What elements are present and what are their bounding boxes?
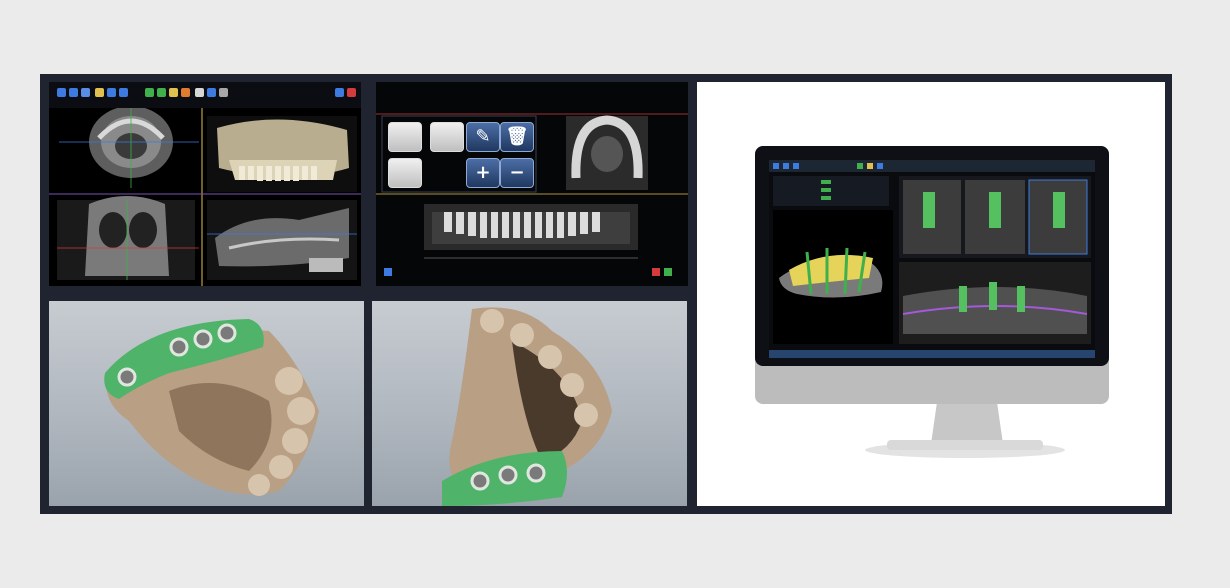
toolbar-icon[interactable] bbox=[207, 88, 216, 97]
toolbar-icon[interactable] bbox=[195, 88, 204, 97]
delete-button[interactable]: 🗑 bbox=[500, 122, 534, 152]
monitor-product-shot bbox=[697, 82, 1165, 506]
ct-toolbar bbox=[49, 82, 361, 109]
help-icon[interactable] bbox=[335, 88, 344, 97]
toolbar-icon[interactable] bbox=[57, 88, 66, 97]
plus-icon: + bbox=[475, 162, 491, 183]
panoramic-planning-panel: ✎ 🗑 + − bbox=[376, 82, 688, 286]
toolbar-icon[interactable] bbox=[169, 88, 178, 97]
model-render bbox=[104, 319, 319, 496]
toolbar-icon[interactable] bbox=[119, 88, 128, 97]
dental-model-arch-view bbox=[372, 301, 687, 506]
trash-icon: 🗑 bbox=[505, 126, 529, 147]
edit-pen-button[interactable]: ✎ bbox=[466, 122, 500, 152]
toolbar-icon[interactable] bbox=[157, 88, 166, 97]
panoramic-xray bbox=[424, 204, 638, 259]
coronal-slice bbox=[57, 196, 199, 280]
head-view-button[interactable] bbox=[388, 158, 422, 188]
pen-icon: ✎ bbox=[475, 126, 491, 147]
toolbar-icon[interactable] bbox=[145, 88, 154, 97]
screen-toolbar bbox=[769, 160, 1095, 172]
toolbar-icon[interactable] bbox=[95, 88, 104, 97]
skull-view-button[interactable] bbox=[388, 122, 422, 152]
sagittal-slice bbox=[207, 200, 357, 280]
remove-button[interactable]: − bbox=[500, 158, 534, 188]
menu-icon[interactable] bbox=[384, 268, 392, 276]
skull-3d-view bbox=[207, 116, 357, 192]
toolbar-icon[interactable] bbox=[69, 88, 78, 97]
toolbar-icon[interactable] bbox=[181, 88, 190, 97]
toolbar-icon[interactable] bbox=[219, 88, 228, 97]
cancel-icon[interactable] bbox=[652, 268, 660, 276]
toolbar-icon[interactable] bbox=[107, 88, 116, 97]
toolbar-icon[interactable] bbox=[81, 88, 90, 97]
arch-button[interactable] bbox=[430, 122, 464, 152]
close-icon[interactable] bbox=[347, 88, 356, 97]
minus-icon: − bbox=[509, 162, 525, 183]
ct-views bbox=[49, 108, 361, 286]
add-button[interactable]: + bbox=[466, 158, 500, 188]
taskbar bbox=[769, 350, 1095, 358]
model-render bbox=[442, 307, 612, 506]
ct-viewer-panel bbox=[49, 82, 361, 286]
monitor-illustration bbox=[755, 146, 1109, 458]
arch-axial-view bbox=[566, 115, 648, 190]
dental-model-guide-view bbox=[49, 301, 364, 506]
confirm-icon[interactable] bbox=[664, 268, 672, 276]
